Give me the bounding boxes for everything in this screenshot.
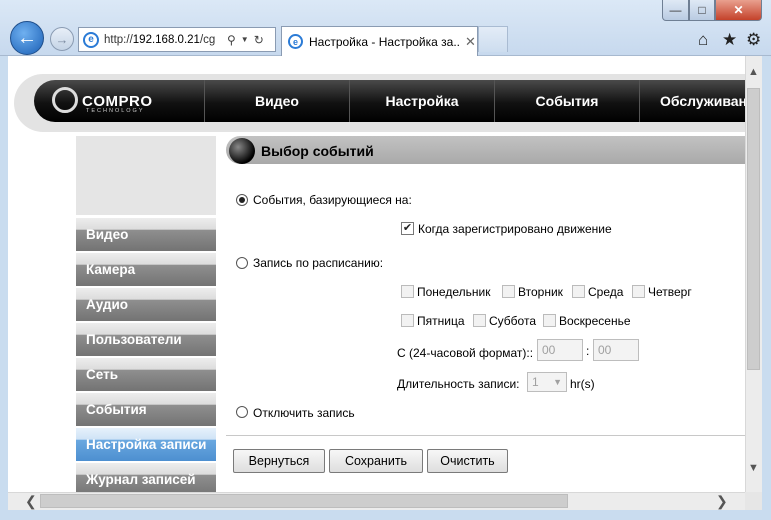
clear-button[interactable]: Очистить <box>427 449 508 473</box>
sidebar-item-audio[interactable]: Аудио <box>76 288 216 321</box>
radio-disable[interactable] <box>236 406 248 418</box>
sidebar-item-network[interactable]: Сеть <box>76 358 216 391</box>
tab-title: Настройка - Настройка за... <box>309 34 459 49</box>
day-checkbox-thursday[interactable] <box>632 285 645 298</box>
time-separator: : <box>586 344 590 358</box>
divider <box>226 435 745 436</box>
scrollbar-corner <box>745 492 762 510</box>
day-checkbox-saturday[interactable] <box>473 314 486 327</box>
settings-gear-icon[interactable]: ⚙ <box>746 30 761 50</box>
sidebar-item-record-settings[interactable]: Настройка записи <box>76 428 216 461</box>
ie-icon: e <box>288 34 303 49</box>
day-label-saturday: Суббота <box>489 314 536 328</box>
search-icon[interactable]: ⚲ <box>227 33 236 47</box>
sidebar-item-video[interactable]: Видео <box>76 218 216 251</box>
sidebar-header <box>76 136 216 215</box>
horizontal-scroll-thumb[interactable] <box>40 494 568 508</box>
radio-selected-dot <box>239 197 245 203</box>
section-title: Выбор событий <box>261 143 374 159</box>
browser-tab[interactable]: e Настройка - Настройка за... ✕ <box>281 26 478 56</box>
tab-close-icon[interactable]: ✕ <box>465 34 476 50</box>
window-border-right <box>762 56 771 510</box>
scroll-right-icon[interactable]: ❯ <box>716 493 728 510</box>
minimize-button[interactable]: — <box>662 0 689 21</box>
logo-ring-icon <box>52 87 78 113</box>
nav-settings[interactable]: Настройка <box>349 80 494 122</box>
url-text[interactable]: http://192.168.0.21/cg <box>104 34 222 46</box>
nav-video[interactable]: Видео <box>204 80 349 122</box>
motion-checkbox[interactable]: ✔ <box>401 222 414 235</box>
refresh-icon[interactable]: ↻ <box>254 33 264 47</box>
radio-events[interactable] <box>236 194 248 206</box>
new-tab-button[interactable] <box>478 26 508 52</box>
start-hour-input[interactable]: 00 <box>537 339 583 361</box>
home-icon[interactable]: ⌂ <box>698 30 708 50</box>
arrow-right-icon: → <box>55 31 69 47</box>
start-time-label: С (24-часовой формат):: <box>397 346 534 360</box>
day-checkbox-sunday[interactable] <box>543 314 556 327</box>
url-host: 192.168.0.21 <box>132 33 200 46</box>
sidebar-item-events[interactable]: События <box>76 393 216 426</box>
radio-events-label: События, базирующиеся на: <box>253 193 412 207</box>
window-border-left <box>0 56 8 510</box>
day-label-sunday: Воскресенье <box>559 314 631 328</box>
header-ball-icon <box>229 138 255 164</box>
favorites-star-icon[interactable]: ★ <box>722 30 737 50</box>
nav-maintenance[interactable]: Обслуживан <box>639 80 745 122</box>
url-path: /cg <box>199 33 216 46</box>
back-button[interactable]: ← <box>10 21 44 55</box>
duration-select[interactable]: 1 ▼ <box>527 372 567 392</box>
dropdown-icon[interactable]: ▼ <box>241 35 249 44</box>
day-label-monday: Понедельник <box>417 285 491 299</box>
day-label-thursday: Четверг <box>648 285 692 299</box>
day-checkbox-monday[interactable] <box>401 285 414 298</box>
close-window-button[interactable]: ✕ <box>715 0 762 21</box>
day-checkbox-wednesday[interactable] <box>572 285 585 298</box>
vertical-scroll-thumb[interactable] <box>747 88 760 370</box>
radio-schedule[interactable] <box>236 257 248 269</box>
radio-disable-label: Отключить запись <box>253 406 355 420</box>
sidebar-item-camera[interactable]: Камера <box>76 253 216 286</box>
scroll-down-icon[interactable]: ▼ <box>745 462 762 474</box>
start-minute-input[interactable]: 00 <box>593 339 639 361</box>
radio-schedule-label: Запись по расписанию: <box>253 256 384 270</box>
url-prefix: http:// <box>104 33 133 46</box>
day-label-wednesday: Среда <box>588 285 624 299</box>
forward-button[interactable]: → <box>50 27 74 51</box>
sidebar-item-users[interactable]: Пользователи <box>76 323 216 356</box>
save-button[interactable]: Сохранить <box>329 449 423 473</box>
window-border-bottom <box>0 510 771 520</box>
day-label-tuesday: Вторник <box>518 285 563 299</box>
back-form-button[interactable]: Вернуться <box>233 449 325 473</box>
day-checkbox-tuesday[interactable] <box>502 285 515 298</box>
chevron-down-icon: ▼ <box>553 377 562 387</box>
maximize-button[interactable]: □ <box>689 0 715 21</box>
duration-label: Длительность записи: <box>397 377 520 391</box>
checkmark-icon: ✔ <box>402 222 413 234</box>
day-checkbox-friday[interactable] <box>401 314 414 327</box>
logo-subtext: TECHNOLOGY <box>86 108 145 114</box>
arrow-left-icon: ← <box>17 26 37 49</box>
scroll-up-icon[interactable]: ▲ <box>745 66 762 78</box>
duration-unit: hr(s) <box>570 377 595 391</box>
motion-label: Когда зарегистрировано движение <box>418 222 612 236</box>
ie-icon: e <box>83 31 99 48</box>
duration-value: 1 <box>532 375 539 389</box>
nav-events[interactable]: События <box>494 80 639 122</box>
day-label-friday: Пятница <box>417 314 465 328</box>
address-bar[interactable]: e http://192.168.0.21/cg ⚲ ▼ ↻ <box>78 27 276 52</box>
scroll-left-icon[interactable]: ❮ <box>25 493 37 510</box>
